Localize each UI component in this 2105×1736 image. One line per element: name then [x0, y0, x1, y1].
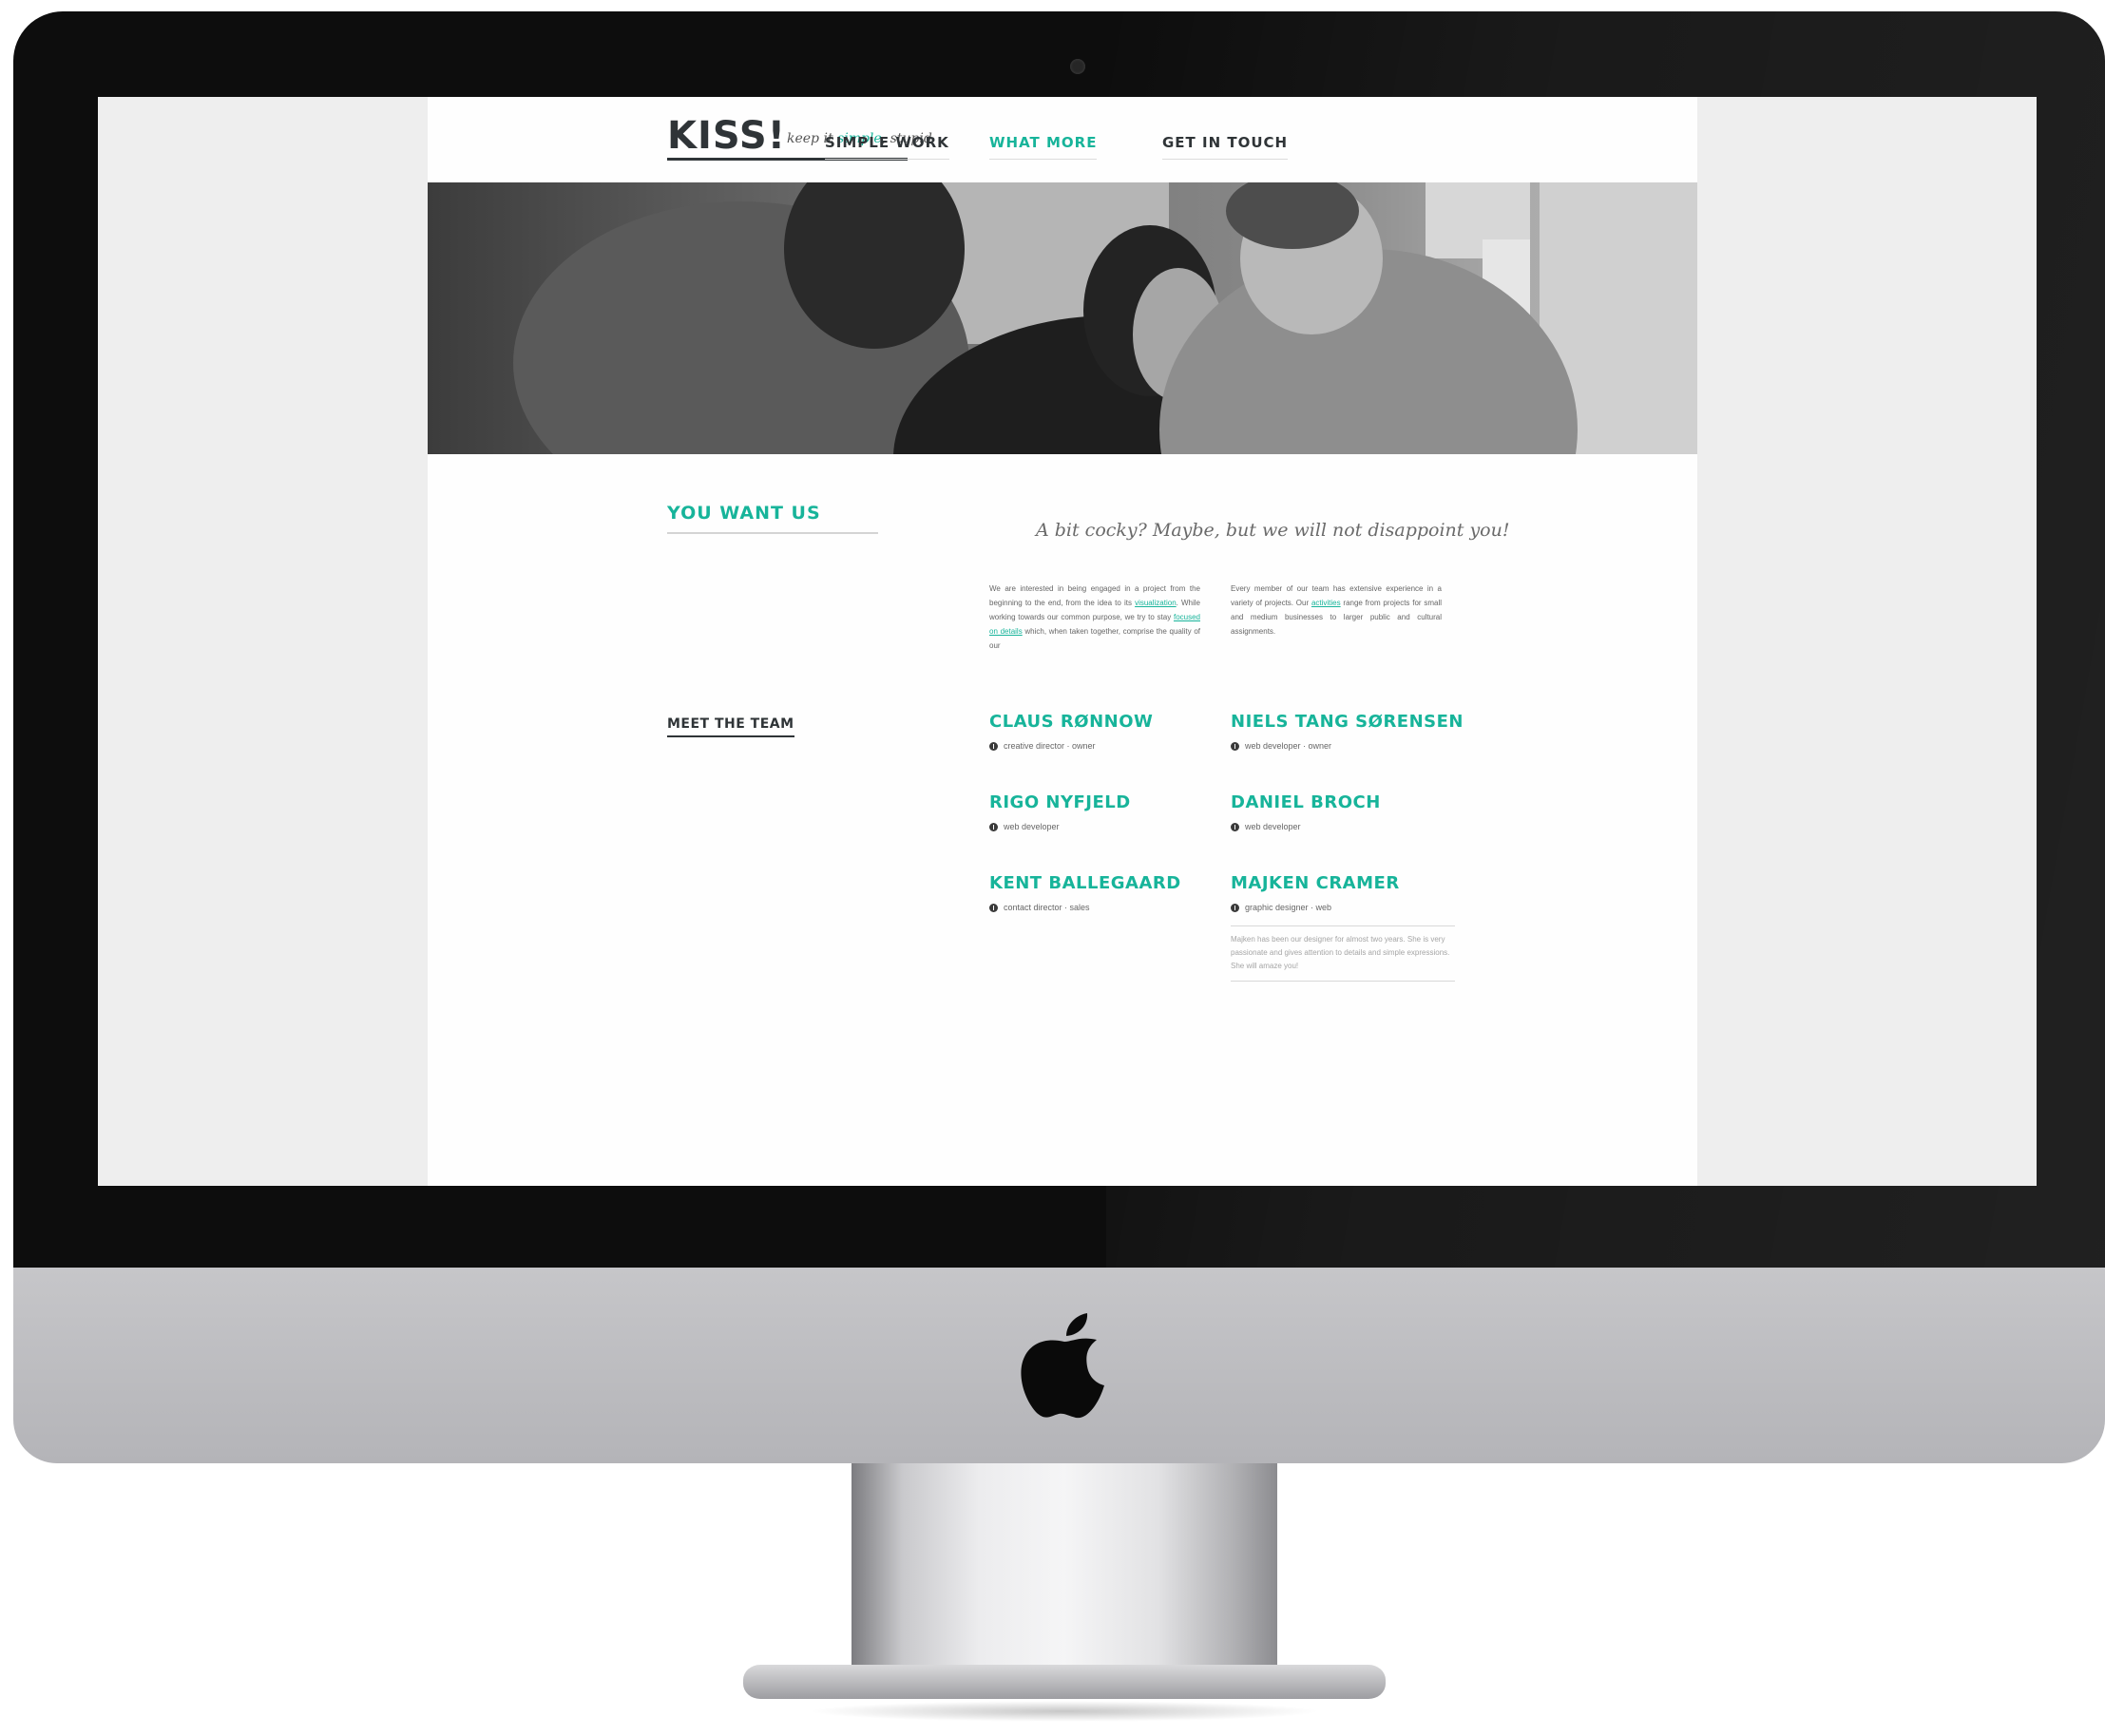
stand-shadow [808, 1701, 1321, 1722]
role-text: web developer [1004, 822, 1060, 831]
visualization-link[interactable]: visualization [1135, 599, 1177, 607]
member-role: creative director · owner [989, 741, 1153, 751]
member-role: contact director · sales [989, 903, 1181, 912]
info-icon [989, 822, 998, 831]
member-role: graphic designer · web [1231, 903, 1400, 912]
role-text: graphic designer · web [1245, 903, 1332, 912]
imac-stand-base [743, 1665, 1386, 1699]
nav-get-in-touch[interactable]: GET IN TOUCH [1162, 134, 1289, 160]
info-icon [1231, 741, 1239, 751]
team-member-majken[interactable]: MAJKEN CRAMER graphic designer · web [1231, 873, 1400, 912]
apple-logo-icon [1021, 1313, 1104, 1419]
team-member-kent[interactable]: KENT BALLEGAARD contact director · sales [989, 873, 1181, 912]
team-member-claus[interactable]: CLAUS RØNNOW creative director · owner [989, 712, 1153, 751]
member-role: web developer · owner [1231, 741, 1464, 751]
tagline-quote: A bit cocky? Maybe, but we will not disa… [1036, 520, 1510, 541]
intro-text-left: We are interested in being engaged in a … [989, 582, 1200, 654]
member-name[interactable]: NIELS TANG SØRENSEN [1231, 712, 1464, 732]
hero-image [428, 182, 1697, 454]
member-bio: Majken has been our designer for almost … [1231, 925, 1455, 982]
info-icon [989, 903, 998, 912]
screen: KISS! keep it simple, stupid SIMPLE WORK… [98, 97, 2037, 1186]
you-want-us-heading: YOU WANT US [667, 503, 821, 524]
member-name[interactable]: RIGO NYFJELD [989, 792, 1131, 812]
website-page: KISS! keep it simple, stupid SIMPLE WORK… [428, 97, 1697, 1186]
role-text: creative director · owner [1004, 741, 1096, 751]
intro-text-right: Every member of our team has extensive e… [1231, 582, 1442, 654]
info-icon [1231, 822, 1239, 831]
member-name[interactable]: KENT BALLEGAARD [989, 873, 1181, 893]
role-text: web developer [1245, 822, 1301, 831]
hero-photo [428, 182, 1697, 454]
info-icon [989, 741, 998, 751]
role-text: contact director · sales [1004, 903, 1090, 912]
team-member-daniel[interactable]: DANIEL BROCH web developer [1231, 792, 1381, 831]
nav-simple-work[interactable]: SIMPLE WORK [825, 134, 949, 160]
site-logo[interactable]: KISS! [667, 114, 786, 158]
team-member-niels[interactable]: NIELS TANG SØRENSEN web developer · owne… [1231, 712, 1464, 751]
member-role: web developer [1231, 822, 1381, 831]
heading-rule [667, 532, 878, 534]
member-name[interactable]: MAJKEN CRAMER [1231, 873, 1400, 893]
imac-stand [852, 1463, 1277, 1670]
meet-the-team-heading: MEET THE TEAM [667, 716, 794, 737]
team-member-rigo[interactable]: RIGO NYFJELD web developer [989, 792, 1131, 831]
nav-what-more[interactable]: WHAT MORE [989, 134, 1098, 160]
imac-chin [13, 1268, 2105, 1463]
info-icon [1231, 903, 1239, 912]
role-text: web developer · owner [1245, 741, 1332, 751]
member-name[interactable]: CLAUS RØNNOW [989, 712, 1153, 732]
activities-link[interactable]: activities [1311, 599, 1341, 607]
member-name[interactable]: DANIEL BROCH [1231, 792, 1381, 812]
camera-icon [1070, 59, 1085, 74]
member-role: web developer [989, 822, 1131, 831]
